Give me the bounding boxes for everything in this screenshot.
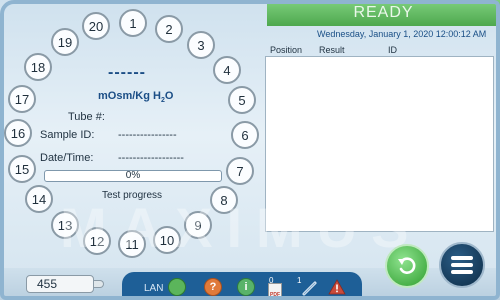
- position-20[interactable]: 20: [82, 12, 110, 40]
- position-5[interactable]: 5: [228, 86, 256, 114]
- position-19[interactable]: 19: [51, 28, 79, 56]
- position-9[interactable]: 9: [184, 211, 212, 239]
- column-header-id: ID: [388, 45, 397, 55]
- osmolality-unit: mOsm/Kg H2O: [98, 90, 174, 105]
- position-13[interactable]: 13: [51, 211, 79, 239]
- position-10[interactable]: 10: [153, 226, 181, 254]
- pdf-label: PDF: [270, 292, 280, 298]
- column-header-result: Result: [319, 45, 345, 55]
- position-12[interactable]: 12: [83, 227, 111, 255]
- lan-status-icon[interactable]: [168, 278, 186, 296]
- sample-id-label: Sample ID:: [40, 129, 95, 141]
- sample-id-value: ----------------: [118, 129, 177, 141]
- sample-carousel: 1 2 3 4 5 6 7 8 9 10 11 12 13 14 15 16 1…: [0, 0, 265, 270]
- position-6[interactable]: 6: [231, 121, 259, 149]
- position-15[interactable]: 15: [8, 155, 36, 183]
- position-1[interactable]: 1: [119, 9, 147, 37]
- lan-label: LAN: [144, 283, 164, 294]
- pdf-icon[interactable]: PDF: [268, 283, 282, 299]
- progress-percent: 0%: [125, 170, 141, 181]
- position-18[interactable]: 18: [24, 53, 52, 81]
- restart-icon: [398, 257, 416, 274]
- position-2[interactable]: 2: [155, 15, 183, 43]
- datetime-label: Date/Time:: [40, 152, 94, 164]
- osmolality-value: ------: [108, 64, 146, 81]
- test-progress-bar: 0%: [44, 170, 222, 182]
- position-11[interactable]: 11: [118, 230, 146, 258]
- counter-tip: [94, 280, 104, 288]
- question-icon[interactable]: ?: [204, 278, 222, 296]
- tube-label: Tube #:: [68, 111, 105, 123]
- position-8[interactable]: 8: [210, 186, 238, 214]
- main-menu-button[interactable]: [439, 242, 485, 288]
- clock-display: Wednesday, January 1, 2020 12:00:12 AM: [317, 29, 487, 39]
- pipette-icon[interactable]: [301, 279, 319, 297]
- warning-icon[interactable]: [328, 278, 346, 296]
- position-3[interactable]: 3: [187, 31, 215, 59]
- hamburger-menu-icon: [451, 256, 473, 274]
- info-icon[interactable]: i: [237, 278, 255, 296]
- position-4[interactable]: 4: [213, 56, 241, 84]
- position-17[interactable]: 17: [8, 85, 36, 113]
- datetime-value: ------------------: [118, 152, 184, 164]
- test-counter: 455: [26, 275, 94, 293]
- start-test-button[interactable]: [385, 244, 429, 288]
- results-table[interactable]: [265, 56, 494, 232]
- status-banner: READY: [267, 0, 500, 26]
- position-16[interactable]: 16: [4, 119, 32, 147]
- progress-label: Test progress: [102, 190, 163, 201]
- position-14[interactable]: 14: [25, 185, 53, 213]
- position-7[interactable]: 7: [226, 157, 254, 185]
- column-header-position: Position: [270, 45, 303, 55]
